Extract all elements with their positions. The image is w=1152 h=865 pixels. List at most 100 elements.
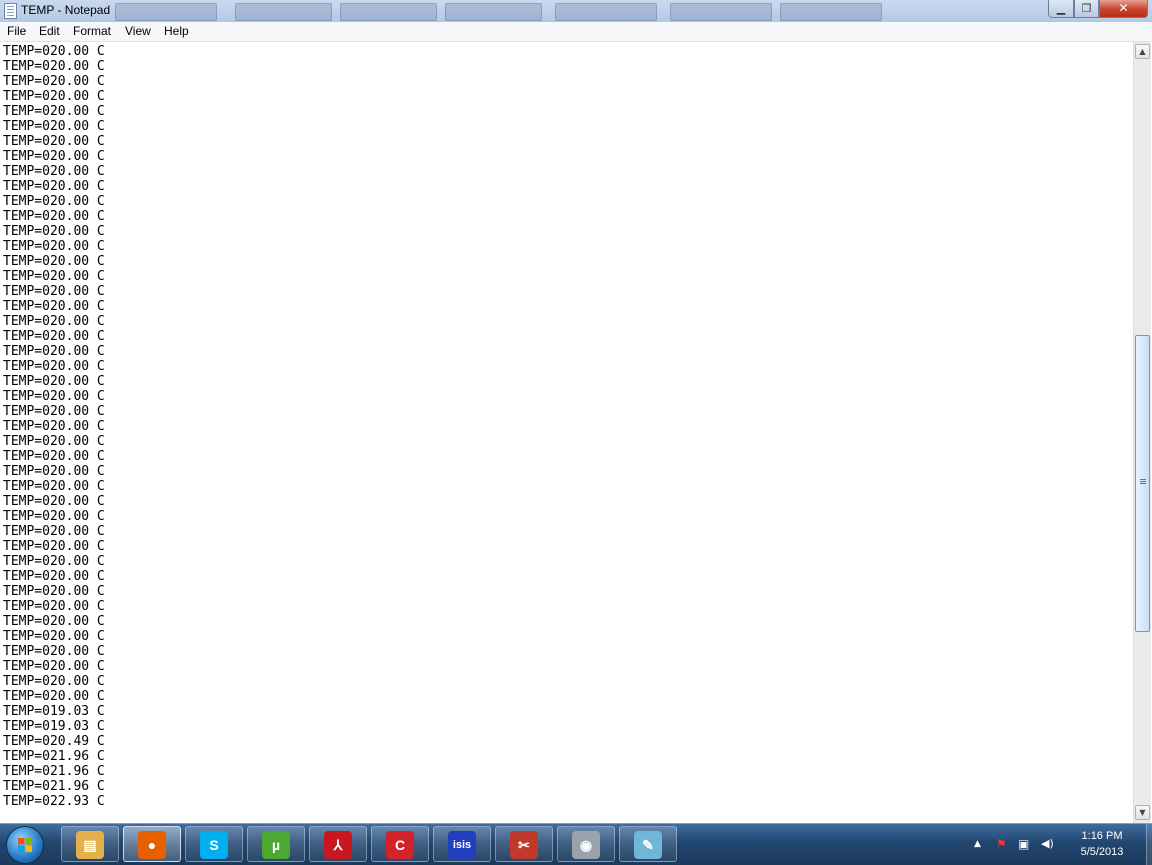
text-line: TEMP=020.00 C xyxy=(3,254,105,269)
scroll-thumb[interactable] xyxy=(1135,335,1150,632)
vertical-scrollbar[interactable]: ▲ ▼ xyxy=(1133,42,1151,823)
utorrent-icon: µ xyxy=(262,831,290,859)
text-line: TEMP=021.96 C xyxy=(3,764,105,779)
volume-icon[interactable]: ◀) xyxy=(1041,837,1054,850)
taskbar-button[interactable]: ▤ xyxy=(61,826,119,862)
text-line: TEMP=020.49 C xyxy=(3,734,105,749)
skype-icon: S xyxy=(200,831,228,859)
text-line: TEMP=020.00 C xyxy=(3,104,105,119)
acrobat-icon: ⅄ xyxy=(324,831,352,859)
text-line: TEMP=020.00 C xyxy=(3,89,105,104)
taskbar-button[interactable]: isis xyxy=(433,826,491,862)
text-line: TEMP=020.00 C xyxy=(3,344,105,359)
scroll-up-button[interactable]: ▲ xyxy=(1135,44,1150,59)
minimize-button[interactable]: ▁ xyxy=(1048,0,1074,18)
text-line: TEMP=020.00 C xyxy=(3,314,105,329)
text-line: TEMP=020.00 C xyxy=(3,674,105,689)
menu-edit[interactable]: Edit xyxy=(39,24,60,38)
menu-format[interactable]: Format xyxy=(73,24,111,38)
text-line: TEMP=020.00 C xyxy=(3,509,105,524)
disc-burner-icon: ◉ xyxy=(572,831,600,859)
clock-date: 5/5/2013 xyxy=(1080,846,1124,858)
text-editor[interactable]: TEMP=020.00 C TEMP=020.00 C TEMP=020.00 CT… xyxy=(0,42,1133,823)
text-line: TEMP=020.00 C xyxy=(3,599,105,614)
taskbar-button[interactable]: C xyxy=(371,826,429,862)
text-line: TEMP=020.00 C xyxy=(3,614,105,629)
text-line: TEMP=020.00 C xyxy=(3,74,105,89)
text-line: TEMP=020.00 C xyxy=(3,464,105,479)
text-line: TEMP=020.00 C xyxy=(3,524,105,539)
show-desktop-button[interactable] xyxy=(1146,824,1152,865)
start-button[interactable] xyxy=(6,826,44,864)
notepad-app-icon[interactable] xyxy=(4,3,17,19)
background-window xyxy=(670,3,772,21)
system-clock[interactable]: 1:16 PM 5/5/2013 xyxy=(1066,828,1138,860)
ccleaner-icon: C xyxy=(386,831,414,859)
action-center-flag-icon[interactable]: ⚑ xyxy=(996,837,1007,851)
taskbar: ▤ ● Sµ ⅄ Cisis ✂ ◉ ✎ ▲ ⚑ ▣ ◀) 1:16 PM 5/5/2013 xyxy=(0,823,1152,865)
text-line: TEMP=020.00 C xyxy=(3,329,105,344)
text-line: TEMP=020.00 C xyxy=(3,479,105,494)
window-title: TEMP - Notepad xyxy=(21,3,111,17)
text-line: TEMP=021.96 C xyxy=(3,749,105,764)
firefox-icon: ● xyxy=(138,831,166,859)
taskbar-button[interactable]: ✂ xyxy=(495,826,553,862)
background-window xyxy=(235,3,332,21)
text-line: TEMP=020.00 C xyxy=(3,239,105,254)
text-line: TEMP=020.00 C xyxy=(3,494,105,509)
text-line: TEMP=020.00 C xyxy=(3,224,105,239)
text-line: TEMP=020.00 C xyxy=(3,194,105,209)
text-line: TEMP=020.00 C xyxy=(3,119,105,134)
taskbar-button[interactable]: ⅄ xyxy=(309,826,367,862)
text-line: TEMP=021.96 C xyxy=(3,779,105,794)
grip-icon xyxy=(1140,479,1146,480)
text-line: TEMP=020.00 C xyxy=(3,629,105,644)
text-line: TEMP=019.03 C xyxy=(3,704,105,719)
menu-bar: File Edit Format View Help xyxy=(0,22,1152,42)
text-line: TEMP=020.00 C xyxy=(3,569,105,584)
taskbar-button[interactable]: ◉ xyxy=(557,826,615,862)
scroll-down-button[interactable]: ▼ xyxy=(1135,805,1150,820)
text-line: TEMP=020.00 C xyxy=(3,419,105,434)
background-window xyxy=(115,3,217,21)
background-window xyxy=(555,3,657,21)
text-line: TEMP=020.00 C xyxy=(3,434,105,449)
title-bar[interactable]: TEMP - Notepad ▁ ❐ ✕ xyxy=(0,0,1152,23)
text-line: TEMP=020.00 C xyxy=(3,299,105,314)
taskbar-button[interactable]: ● xyxy=(123,826,181,862)
text-line: TEMP=020.00 C xyxy=(3,449,105,464)
network-icon[interactable]: ▣ xyxy=(1018,837,1029,851)
text-line: TEMP=020.00 C xyxy=(3,404,105,419)
text-line: TEMP=020.00 C xyxy=(3,269,105,284)
close-button[interactable]: ✕ xyxy=(1099,0,1148,18)
show-hidden-icons-icon[interactable]: ▲ xyxy=(974,839,981,849)
text-line: TEMP=020.00 C xyxy=(3,164,105,179)
maximize-button[interactable]: ❐ xyxy=(1074,0,1099,18)
windows-logo-icon xyxy=(18,838,32,852)
text-line: TEMP=020.00 C xyxy=(3,209,105,224)
text-line: TEMP=020.00 C xyxy=(3,659,105,674)
taskbar-button[interactable]: S xyxy=(185,826,243,862)
notepad-icon: ✎ xyxy=(634,831,662,859)
text-line: TEMP=020.00 C xyxy=(3,179,105,194)
text-line: TEMP=022.93 C xyxy=(3,794,105,809)
menu-help[interactable]: Help xyxy=(164,24,189,38)
menu-view[interactable]: View xyxy=(125,24,151,38)
background-window xyxy=(445,3,542,21)
snipping-tool-icon: ✂ xyxy=(510,831,538,859)
text-line: TEMP=020.00 C xyxy=(3,134,105,149)
clock-time: 1:16 PM xyxy=(1081,830,1123,842)
taskbar-button[interactable]: ✎ xyxy=(619,826,677,862)
text-line: TEMP=020.00 C xyxy=(3,584,105,599)
text-line: TEMP=020.00 C xyxy=(3,644,105,659)
text-line: TEMP=020.00 C xyxy=(3,359,105,374)
taskbar-button[interactable]: µ xyxy=(247,826,305,862)
text-line: TEMP=020.00 C xyxy=(3,59,105,74)
explorer-icon: ▤ xyxy=(76,831,104,859)
text-line: TEMP=020.00 C xyxy=(3,689,105,704)
menu-file[interactable]: File xyxy=(7,24,26,38)
text-line: TEMP=020.00 C xyxy=(3,374,105,389)
text-line: TEMP=020.00 C xyxy=(3,44,105,59)
background-window xyxy=(340,3,437,21)
background-window xyxy=(780,3,882,21)
